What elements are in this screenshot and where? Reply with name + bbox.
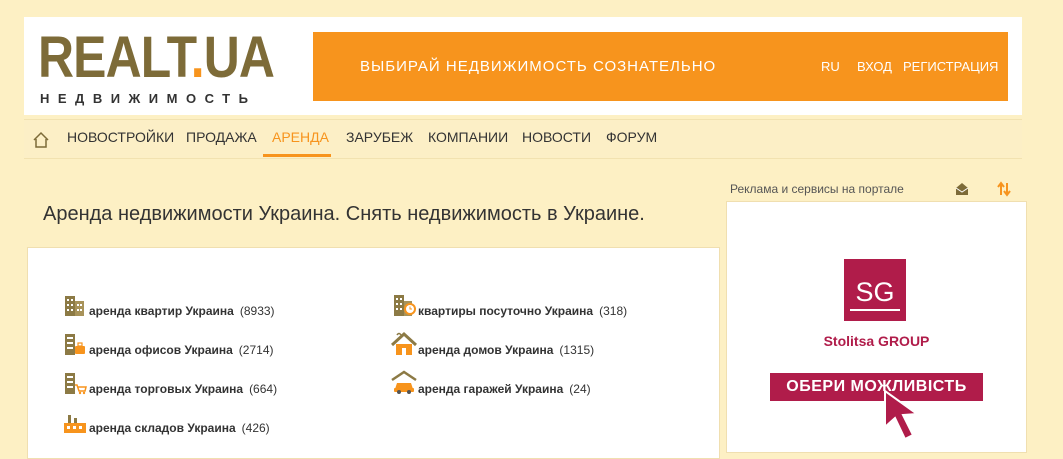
nav-item-zarubezh[interactable]: ЗАРУБЕЖ: [346, 129, 413, 145]
link-label[interactable]: аренда торговых Украина: [89, 382, 243, 396]
daily-rent-icon: [394, 295, 416, 316]
site-logo[interactable]: REALT.UA НЕДВИЖИМОСТЬ: [38, 27, 298, 107]
house-icon: [391, 331, 417, 355]
link-label[interactable]: аренда офисов Украина: [89, 343, 233, 357]
site-header: REALT.UA НЕДВИЖИМОСТЬ ВЫБИРАЙ НЕДВИЖИМОС…: [24, 17, 1022, 115]
list-item: аренда гаражей Украина (24): [391, 370, 591, 396]
link-label[interactable]: аренда квартир Украина: [89, 304, 234, 318]
sidebar-ads-label: Реклама и сервисы на портале: [730, 182, 904, 196]
link-count: (318): [599, 304, 628, 318]
sort-arrows-icon[interactable]: [996, 181, 1012, 197]
office-icon: [65, 334, 85, 355]
link-count: (2714): [238, 343, 274, 357]
stolitsa-logo: SG: [844, 259, 906, 321]
apartment-building-icon: [65, 296, 84, 316]
link-label[interactable]: аренда складов Украина: [89, 421, 236, 435]
language-switch[interactable]: RU: [821, 59, 840, 74]
link-label[interactable]: квартиры посуточно Украина: [418, 304, 593, 318]
list-item: аренда квартир Украина (8933): [62, 292, 275, 318]
garage-icon: [391, 370, 417, 394]
register-link[interactable]: РЕГИСТРАЦИЯ: [903, 59, 998, 74]
ad-cta-button[interactable]: ОБЕРИ МОЖЛИВІСТЬ: [770, 373, 983, 401]
main-nav: НОВОСТРОЙКИ ПРОДАЖА АРЕНДА ЗАРУБЕЖ КОМПА…: [24, 119, 1022, 159]
logo-subtitle: НЕДВИЖИМОСТЬ: [40, 91, 257, 106]
list-item: аренда складов Украина (426): [62, 409, 270, 435]
link-label[interactable]: аренда домов Украина: [418, 343, 553, 357]
link-label[interactable]: аренда гаражей Украина: [418, 382, 563, 396]
login-link[interactable]: ВХОД: [857, 59, 892, 74]
nav-item-arenda[interactable]: АРЕНДА: [272, 129, 329, 145]
header-banner: ВЫБИРАЙ НЕДВИЖИМОСТЬ СОЗНАТЕЛЬНО RU ВХОД…: [313, 32, 1008, 101]
logo-line: [850, 309, 900, 311]
active-tab-indicator: [263, 154, 331, 157]
warehouse-icon: [64, 415, 86, 433]
list-item: аренда офисов Украина (2714): [62, 331, 273, 357]
rent-categories-panel: аренда квартир Украина (8933) аренда офи…: [27, 247, 720, 459]
home-icon[interactable]: [32, 131, 50, 149]
nav-item-novostroyki[interactable]: НОВОСТРОЙКИ: [67, 129, 174, 145]
link-count: (24): [569, 382, 591, 396]
ad-banner[interactable]: SG Stolitsa GROUP ОБЕРИ МОЖЛИВІСТЬ: [726, 201, 1027, 453]
link-count: (426): [241, 421, 270, 435]
link-count: (664): [249, 382, 278, 396]
nav-item-forum[interactable]: ФОРУМ: [606, 129, 657, 145]
nav-item-novosti[interactable]: НОВОСТИ: [522, 129, 591, 145]
mail-icon[interactable]: [954, 181, 970, 197]
slogan: ВЫБИРАЙ НЕДВИЖИМОСТЬ СОЗНАТЕЛЬНО: [360, 58, 717, 75]
logo-wordmark: REALT.UA: [38, 25, 275, 90]
nav-item-kompanii[interactable]: КОМПАНИИ: [428, 129, 508, 145]
ad-company-name: Stolitsa GROUP: [823, 333, 930, 349]
logo-text: SG: [855, 277, 895, 307]
list-item: аренда торговых Украина (664): [62, 370, 277, 396]
list-item: квартиры посуточно Украина (318): [391, 292, 627, 318]
retail-icon: [65, 373, 87, 395]
link-count: (1315): [559, 343, 595, 357]
list-item: аренда домов Украина (1315): [391, 331, 594, 357]
pointer-cursor-icon: [884, 389, 920, 441]
link-count: (8933): [239, 304, 275, 318]
nav-item-prodazha[interactable]: ПРОДАЖА: [186, 129, 257, 145]
page-title: Аренда недвижимости Украина. Снять недви…: [43, 203, 645, 225]
